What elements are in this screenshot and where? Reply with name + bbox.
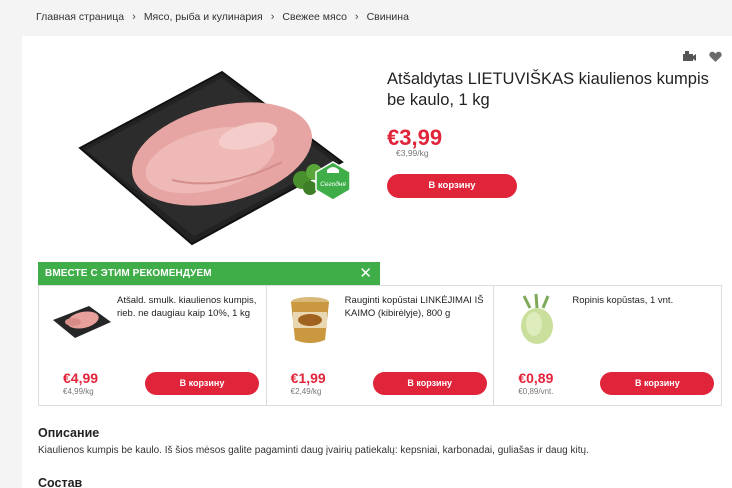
recommendation-name[interactable]: Ropinis kopūstas, 1 vnt.	[572, 294, 717, 307]
recommendation-card[interactable]: Rauginti kopūstai LINKĖJIMAI IŠ KAIMO (k…	[267, 286, 495, 405]
recommendation-thumbnail	[290, 297, 329, 343]
recommendations-header: ВМЕСТЕ С ЭТИМ РЕКОМЕНДУЕМ ✕	[38, 262, 380, 285]
description-text: Kiaulienos kumpis be kaulo. Iš šios mėso…	[38, 445, 589, 456]
product-actions	[682, 50, 722, 68]
product-page: Сегодня Atšaldytas LIETUVIŠKAS kiaulieno…	[22, 36, 732, 488]
recommendation-add-to-cart-button[interactable]: В корзину	[600, 372, 715, 395]
chevron-right-icon: ›	[354, 11, 359, 23]
recommendations-list: Atšald. smulk. kiaulienos kumpis, rieb. …	[38, 285, 722, 406]
composition-heading: Состав	[38, 476, 83, 488]
product-unit-price: €3,99/kg	[396, 148, 429, 158]
breadcrumb: Главная страница › Мясо, рыба и кулинари…	[36, 11, 409, 23]
product-image: Сегодня	[78, 70, 351, 246]
recommendation-card[interactable]: Atšald. smulk. kiaulienos kumpis, rieb. …	[39, 286, 267, 405]
chevron-right-icon: ›	[270, 11, 275, 23]
recommendation-unit-price: €2,49/kg	[290, 387, 322, 396]
recommendation-price: €4,99	[63, 370, 99, 386]
recommendation-name[interactable]: Rauginti kopūstai LINKĖJIMAI IŠ KAIMO (k…	[345, 294, 490, 320]
recommendation-unit-price: €0,89/vnt.	[518, 387, 554, 396]
recommendation-card[interactable]: Ropinis kopūstas, 1 vnt. €0,89 €0,89/vnt…	[494, 286, 721, 405]
breadcrumb-item-meat-fish[interactable]: Мясо, рыба и кулинария	[144, 11, 263, 23]
recommendation-thumbnail	[521, 293, 554, 344]
compare-icon[interactable]	[682, 50, 697, 68]
recommendation-name[interactable]: Atšald. smulk. kiaulienos kumpis, rieb. …	[117, 294, 262, 320]
breadcrumb-item-home[interactable]: Главная страница	[36, 11, 124, 23]
close-icon[interactable]: ✕	[359, 266, 372, 281]
product-title: Atšaldytas LIETUVIŠKAS kiaulienos kumpis…	[387, 70, 709, 109]
recommendations-title: ВМЕСТЕ С ЭТИМ РЕКОМЕНДУЕМ	[45, 268, 212, 279]
recommendation-add-to-cart-button[interactable]: В корзину	[372, 372, 487, 395]
heart-icon[interactable]	[709, 50, 722, 68]
breadcrumb-item-fresh-meat[interactable]: Свежее мясо	[282, 11, 347, 23]
recommendation-unit-price: €4,99/kg	[63, 387, 94, 396]
recommendation-price: €1,99	[290, 370, 326, 386]
description-heading: Описание	[38, 426, 100, 440]
chevron-right-icon: ›	[132, 11, 136, 23]
breadcrumb-bar: Главная страница › Мясо, рыба и кулинари…	[0, 0, 732, 36]
today-badge-label: Сегодня	[320, 180, 346, 188]
recommendation-thumbnail	[53, 306, 111, 338]
add-to-cart-button[interactable]: В корзину	[387, 174, 517, 198]
recommendation-price: €0,89	[518, 370, 554, 386]
breadcrumb-item-pork[interactable]: Свинина	[367, 11, 409, 23]
recommendation-add-to-cart-button[interactable]: В корзину	[145, 372, 259, 395]
